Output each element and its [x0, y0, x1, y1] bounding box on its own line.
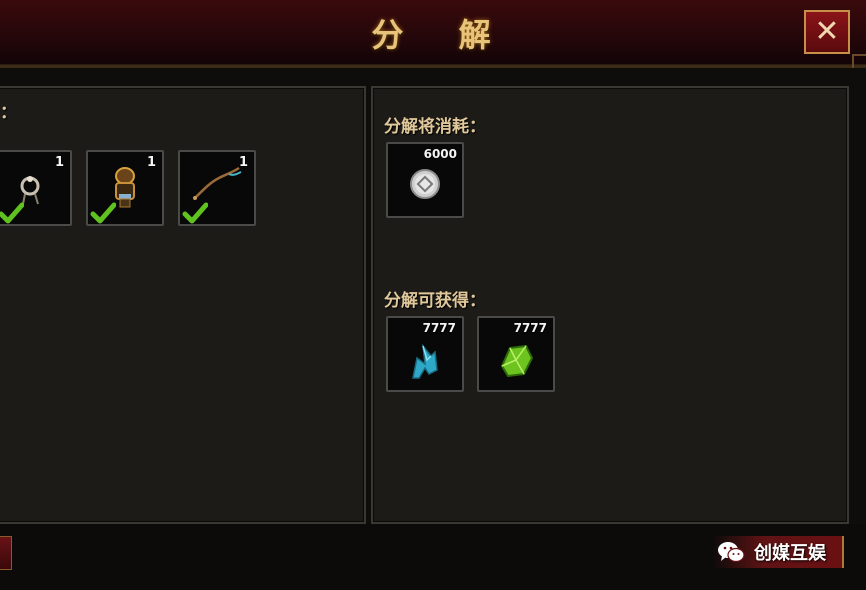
- window-title: 分 解: [371, 16, 513, 54]
- gain-label: 分解可获得：: [384, 291, 486, 311]
- bottom-left-button[interactable]: [0, 536, 12, 570]
- cost-slot[interactable]: 6000: [386, 142, 464, 218]
- item-count: 1: [238, 155, 248, 170]
- item-count: 6000: [423, 147, 457, 161]
- check-icon: [182, 202, 208, 224]
- watermark-text: 创媒互娱: [754, 543, 826, 564]
- green-gem-icon: [500, 344, 534, 377]
- blue-crystal-icon: [412, 343, 438, 379]
- equipment-label-fragment: ：: [0, 103, 17, 123]
- wechat-icon: [718, 542, 745, 563]
- item-count: 7777: [513, 321, 547, 335]
- whip-icon: [193, 167, 242, 201]
- close-button[interactable]: ✕: [804, 10, 850, 54]
- title-bar: 分 解: [0, 0, 866, 68]
- watermark: 创媒互娱: [712, 536, 844, 568]
- close-icon: ✕: [814, 14, 840, 49]
- silver-coin-icon: [410, 169, 440, 200]
- item-count: 1: [54, 155, 64, 170]
- check-icon: [0, 202, 24, 224]
- corner-ornament: [852, 54, 866, 68]
- equipment-slot-2[interactable]: 1: [86, 150, 164, 226]
- item-count: 7777: [422, 321, 456, 335]
- equipment-slot-1[interactable]: 1: [0, 150, 72, 226]
- item-count: 1: [146, 155, 156, 170]
- check-icon: [90, 202, 116, 224]
- gain-slot-2[interactable]: 7777: [477, 316, 555, 392]
- cost-label: 分解将消耗：: [384, 117, 486, 137]
- gain-slot-1[interactable]: 7777: [386, 316, 464, 392]
- equipment-slot-3[interactable]: 1: [178, 150, 256, 226]
